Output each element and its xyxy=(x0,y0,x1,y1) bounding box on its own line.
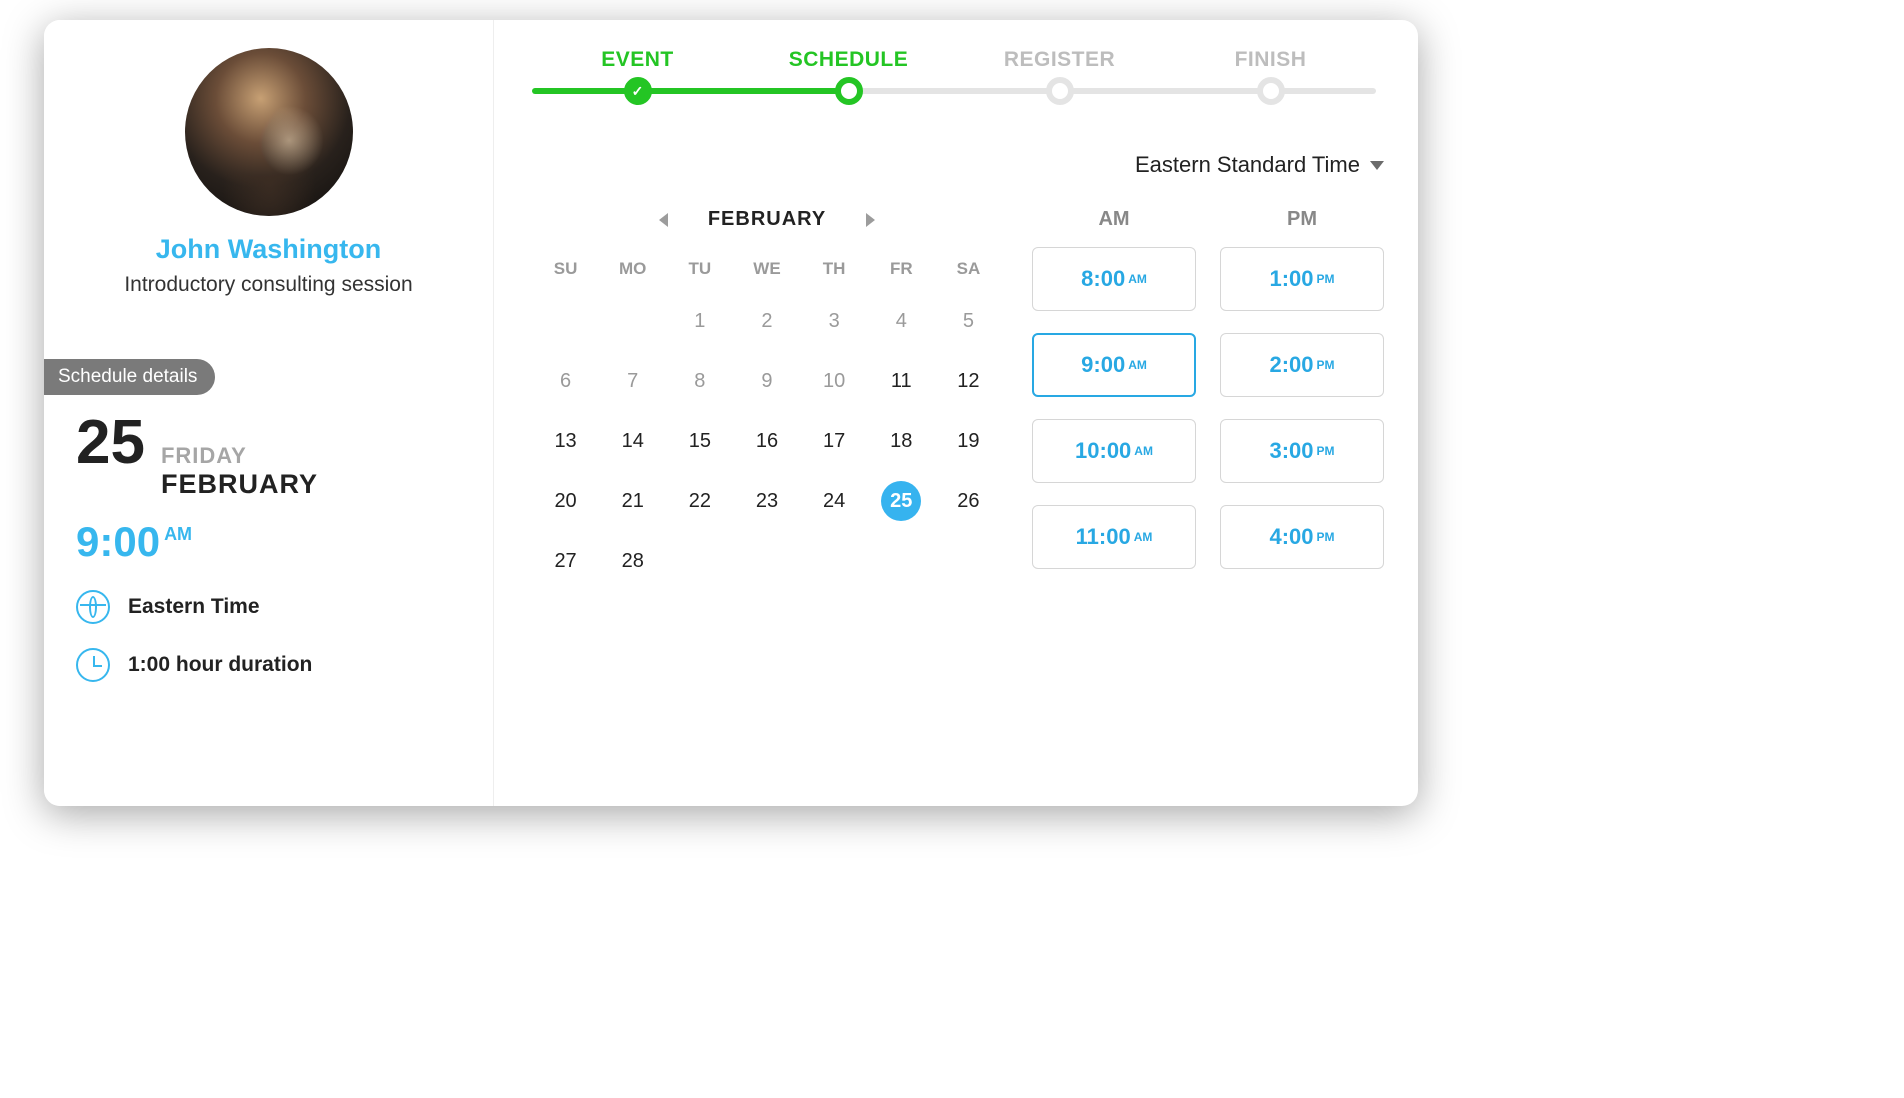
progress-stepper: EVENT SCHEDULE REGISTER FINISH ✓ xyxy=(532,48,1376,128)
calendar-day: 8 xyxy=(666,363,733,399)
main-panel: EVENT SCHEDULE REGISTER FINISH ✓ Eastern… xyxy=(494,20,1418,806)
scheduler-card: John Washington Introductory consulting … xyxy=(44,20,1418,806)
time-slot[interactable]: 9:00AM xyxy=(1032,333,1196,397)
time-slot[interactable]: 1:00PM xyxy=(1220,247,1384,311)
calendar-day: 4 xyxy=(868,303,935,339)
next-month-button[interactable] xyxy=(866,213,875,227)
chevron-down-icon xyxy=(1370,161,1384,170)
calendar-day[interactable]: 26 xyxy=(935,483,1002,519)
calendar-day: 7 xyxy=(599,363,666,399)
calendar-day xyxy=(532,303,599,339)
schedule-details-badge: Schedule details xyxy=(44,359,215,395)
calendar-day[interactable]: 23 xyxy=(733,483,800,519)
time-slot[interactable]: 11:00AM xyxy=(1032,505,1196,569)
calendar-dow: TH xyxy=(801,259,868,279)
calendar-day[interactable]: 25 xyxy=(868,483,935,519)
calendar-day xyxy=(666,543,733,579)
selected-month: FEBRUARY xyxy=(161,469,318,500)
step-node-schedule[interactable] xyxy=(835,77,863,105)
calendar-day[interactable]: 28 xyxy=(599,543,666,579)
calendar-dow: MO xyxy=(599,259,666,279)
time-slot[interactable]: 8:00AM xyxy=(1032,247,1196,311)
avatar xyxy=(185,48,353,216)
selected-day-number: 25 xyxy=(76,415,145,471)
calendar-day[interactable]: 13 xyxy=(532,423,599,459)
timezone-picker[interactable]: Eastern Standard Time xyxy=(532,152,1384,178)
calendar-day[interactable]: 24 xyxy=(801,483,868,519)
calendar-day xyxy=(733,543,800,579)
calendar-day xyxy=(801,543,868,579)
calendar-dow: SA xyxy=(935,259,1002,279)
calendar-day: 10 xyxy=(801,363,868,399)
step-node-register[interactable] xyxy=(1046,77,1074,105)
selected-weekday: FRIDAY xyxy=(161,443,318,469)
calendar-dow: FR xyxy=(868,259,935,279)
calendar-day: 6 xyxy=(532,363,599,399)
calendar: FEBRUARY SUMOTUWETHFRSA12345678910111213… xyxy=(532,208,1002,579)
step-register[interactable]: REGISTER xyxy=(954,48,1165,72)
calendar-day[interactable]: 17 xyxy=(801,423,868,459)
calendar-day[interactable]: 27 xyxy=(532,543,599,579)
selected-date-block: 25 FRIDAY FEBRUARY 9:00 AM Eastern Time … xyxy=(76,415,318,682)
selected-meridiem: AM xyxy=(164,524,192,545)
calendar-day xyxy=(935,543,1002,579)
globe-icon xyxy=(76,590,110,624)
calendar-day: 2 xyxy=(733,303,800,339)
calendar-dow: SU xyxy=(532,259,599,279)
calendar-day[interactable]: 11 xyxy=(868,363,935,399)
calendar-day: 3 xyxy=(801,303,868,339)
duration-label: 1:00 hour duration xyxy=(128,653,312,677)
calendar-day[interactable]: 18 xyxy=(868,423,935,459)
step-node-finish[interactable] xyxy=(1257,77,1285,105)
sidebar: John Washington Introductory consulting … xyxy=(44,20,494,806)
time-slot[interactable]: 3:00PM xyxy=(1220,419,1384,483)
selected-time: 9:00 xyxy=(76,518,160,566)
person-name: John Washington xyxy=(156,234,381,265)
calendar-day[interactable]: 21 xyxy=(599,483,666,519)
calendar-dow: WE xyxy=(733,259,800,279)
step-node-event[interactable]: ✓ xyxy=(624,77,652,105)
calendar-day xyxy=(599,303,666,339)
slots-pm-head: PM xyxy=(1220,208,1384,231)
calendar-day: 9 xyxy=(733,363,800,399)
step-schedule[interactable]: SCHEDULE xyxy=(743,48,954,72)
slots-grid: 8:00AM 1:00PM 9:00AM 2:00PM 10:00AM 3:00PM 11:… xyxy=(1032,247,1384,569)
calendar-day[interactable]: 20 xyxy=(532,483,599,519)
calendar-day[interactable]: 19 xyxy=(935,423,1002,459)
stepper-track: ✓ xyxy=(532,88,1376,94)
clock-icon xyxy=(76,648,110,682)
calendar-day[interactable]: 16 xyxy=(733,423,800,459)
calendar-day[interactable]: 12 xyxy=(935,363,1002,399)
time-slot[interactable]: 10:00AM xyxy=(1032,419,1196,483)
step-finish[interactable]: FINISH xyxy=(1165,48,1376,72)
time-slot[interactable]: 4:00PM xyxy=(1220,505,1384,569)
time-slot[interactable]: 2:00PM xyxy=(1220,333,1384,397)
prev-month-button[interactable] xyxy=(659,213,668,227)
time-slots: AM PM 8:00AM 1:00PM 9:00AM 2:00PM 10:00AM 3:0… xyxy=(1032,208,1384,579)
timezone-label: Eastern Time xyxy=(128,595,260,619)
calendar-month-label: FEBRUARY xyxy=(708,208,826,231)
session-title: Introductory consulting session xyxy=(124,273,412,297)
calendar-day[interactable]: 14 xyxy=(599,423,666,459)
calendar-day xyxy=(868,543,935,579)
calendar-day: 1 xyxy=(666,303,733,339)
slots-am-head: AM xyxy=(1032,208,1196,231)
calendar-grid: SUMOTUWETHFRSA12345678910111213141516171… xyxy=(532,259,1002,579)
calendar-day[interactable]: 22 xyxy=(666,483,733,519)
step-event[interactable]: EVENT xyxy=(532,48,743,72)
calendar-day[interactable]: 15 xyxy=(666,423,733,459)
calendar-dow: TU xyxy=(666,259,733,279)
timezone-value: Eastern Standard Time xyxy=(1135,152,1360,178)
calendar-day: 5 xyxy=(935,303,1002,339)
